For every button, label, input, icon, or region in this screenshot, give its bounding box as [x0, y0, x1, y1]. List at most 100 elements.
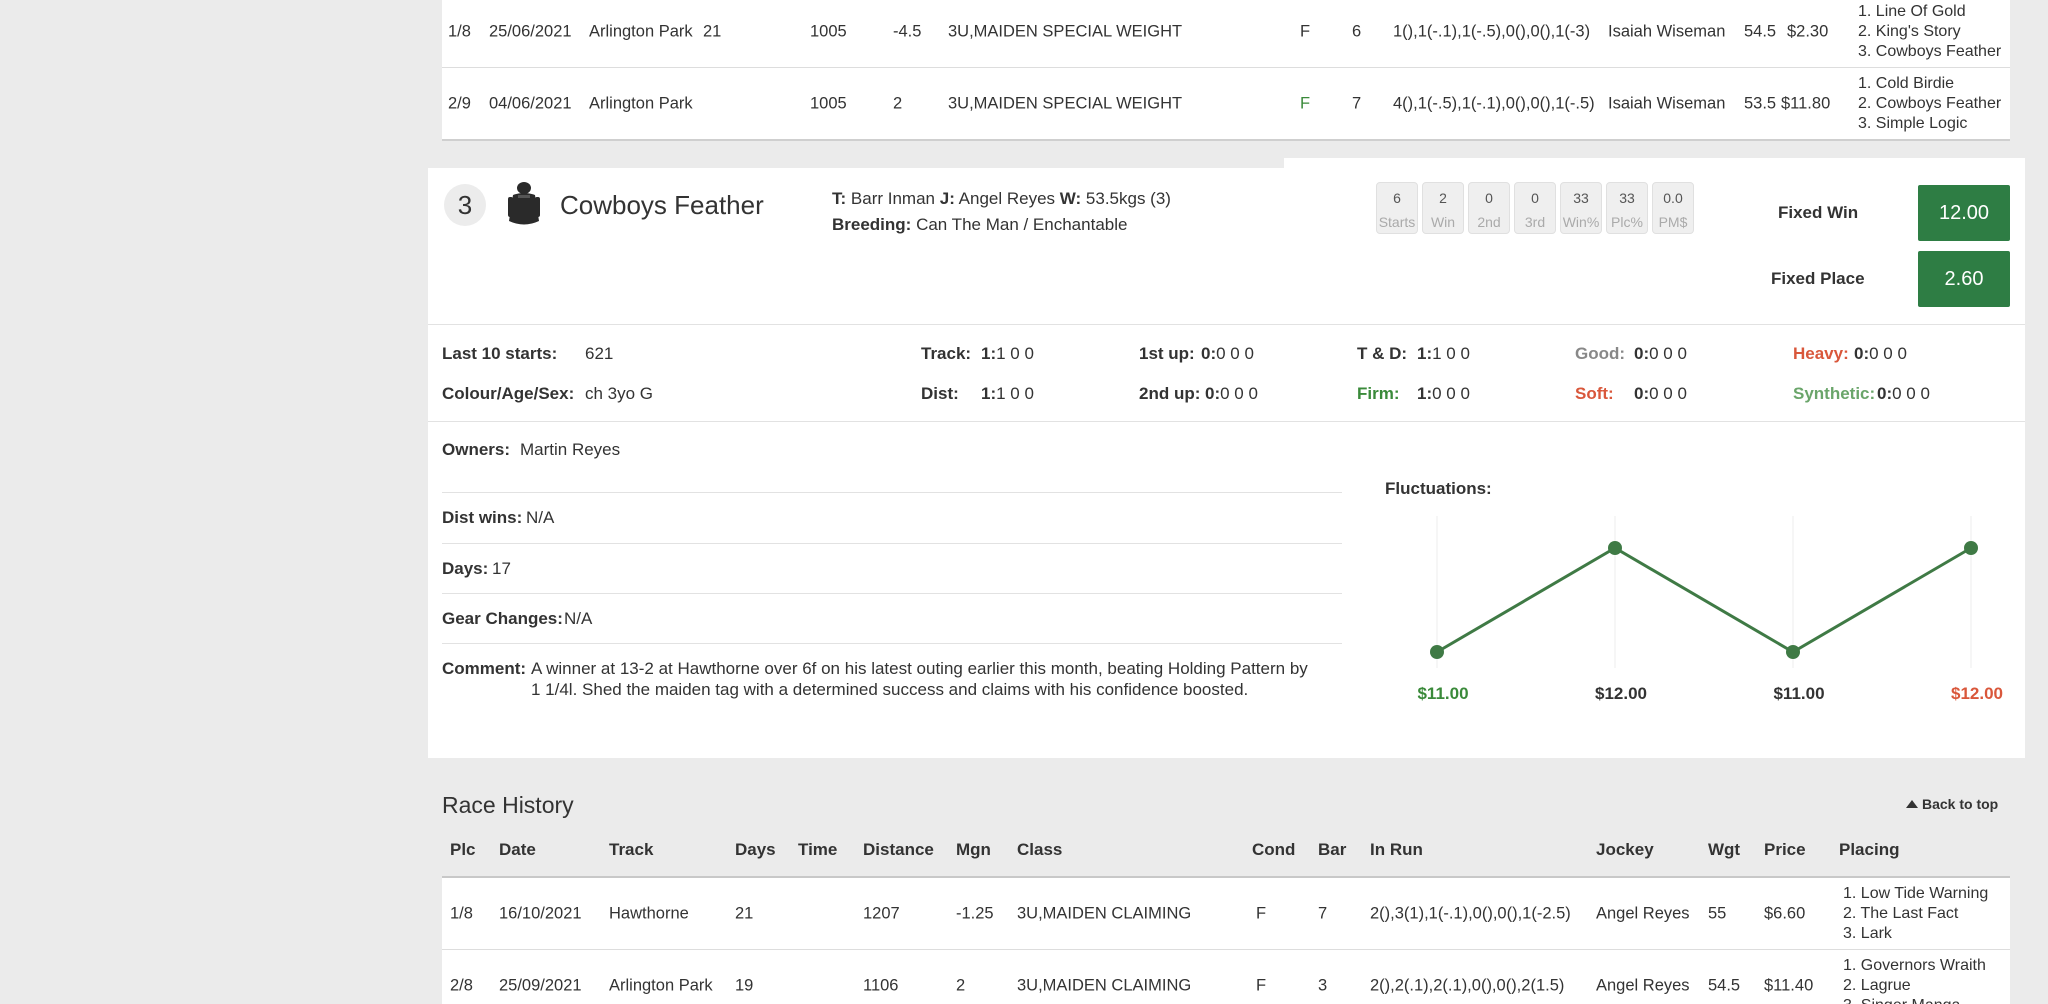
- column-header-price[interactable]: Price: [1764, 840, 1806, 860]
- divider: [442, 593, 1342, 594]
- days-cell: 21: [703, 22, 722, 40]
- distance-cell: 1106: [863, 976, 899, 994]
- column-header-wgt[interactable]: Wgt: [1708, 840, 1740, 860]
- runner-number: 3: [444, 184, 486, 226]
- owners-label: Owners:: [442, 440, 511, 459]
- heavy-starts: 0:: [1854, 344, 1870, 363]
- gear-changes-value: N/A: [564, 609, 593, 628]
- track-distance-starts: 1:: [1417, 344, 1433, 363]
- previous-race-history-table: 1/8 25/06/2021 Arlington Park 21 1005 -4…: [442, 0, 2010, 141]
- column-header-cond[interactable]: Cond: [1252, 840, 1295, 860]
- connections-line: T: Barr Inman J: Angel Reyes W: 53.5kgs …: [832, 189, 1171, 209]
- stat-value: 0: [1531, 190, 1539, 206]
- fluctuation-point[interactable]: [1430, 645, 1444, 659]
- column-header-date[interactable]: Date: [499, 840, 536, 860]
- cond-cell: F: [1300, 94, 1311, 112]
- track-distance-value: 1:1 0 0: [1417, 344, 1470, 364]
- fluctuation-point[interactable]: [1608, 541, 1622, 555]
- stat-value: 0.0: [1663, 190, 1683, 206]
- wgt-cell: 53.5: [1744, 94, 1777, 112]
- horse-name[interactable]: Cowboys Feather: [560, 190, 764, 221]
- table-row: 1/8 25/06/2021 Arlington Park 21 1005 -4…: [442, 0, 2010, 68]
- table-row: 1/8 16/10/2021 Hawthorne 21 1207 -1.25 3…: [442, 878, 2010, 950]
- placing-second: 2. The Last Fact: [1843, 904, 1959, 922]
- fluctuation-point[interactable]: [1786, 645, 1800, 659]
- stat-second: 0 2nd: [1468, 182, 1510, 234]
- jockey-label: J:: [939, 189, 955, 208]
- weight-value: 53.5kgs (3): [1085, 189, 1171, 208]
- placing-third: 3. Cowboys Feather: [1858, 42, 2002, 60]
- firm-starts: 1:: [1417, 384, 1433, 403]
- placing-cell: 1. Low Tide Warning 2. The Last Fact 3. …: [1843, 884, 1988, 944]
- stat-win: 2 Win: [1422, 182, 1464, 234]
- in-run-cell: 4(),1(-.5),1(-.1),0(),0(),1(-.5): [1393, 94, 1595, 112]
- track-cell: Arlington Park: [589, 22, 693, 40]
- in-run-cell: 2(),3(1),1(-.1),0(),0(),1(-2.5): [1370, 904, 1571, 922]
- class-cell: 3U,MAIDEN SPECIAL WEIGHT: [948, 22, 1183, 40]
- column-header-distance[interactable]: Distance: [863, 840, 934, 860]
- first-up-starts: 0:: [1201, 344, 1217, 363]
- fluctuation-point[interactable]: [1964, 541, 1978, 555]
- price-cell: $11.80: [1781, 94, 1831, 112]
- divider: [442, 643, 1342, 644]
- distance-starts: 1:: [981, 384, 997, 403]
- cond-cell: F: [1300, 22, 1311, 40]
- stat-label: 2nd: [1477, 214, 1501, 230]
- column-header-placing[interactable]: Placing: [1839, 840, 1899, 860]
- table-row: 2/9 04/06/2021 Arlington Park 1005 2 3U,…: [442, 68, 2010, 140]
- jockey-name[interactable]: Angel Reyes: [959, 189, 1055, 208]
- colour-age-sex-label: Colour/Age/Sex:: [442, 384, 575, 403]
- bar-cell: 6: [1352, 22, 1362, 40]
- column-header-in-run[interactable]: In Run: [1370, 840, 1423, 860]
- wgt-cell: 54.5: [1708, 976, 1741, 994]
- price-cell: $2.30: [1787, 22, 1829, 40]
- trainer-name[interactable]: Barr Inman: [851, 189, 935, 208]
- second-up-starts: 0:: [1205, 384, 1221, 403]
- track-record: 1 0 0: [996, 344, 1034, 363]
- second-up-label: 2nd up:: [1139, 384, 1201, 403]
- column-header-plc[interactable]: Plc: [450, 840, 476, 860]
- jockey-cell: Isaiah Wiseman: [1608, 22, 1726, 40]
- placing-first: 1. Cold Birdie: [1858, 74, 1955, 92]
- wgt-cell: 54.5: [1744, 22, 1777, 40]
- column-header-track[interactable]: Track: [609, 840, 653, 860]
- fluctuations-title: Fluctuations:: [1385, 479, 1492, 498]
- bar-cell: 7: [1352, 94, 1362, 112]
- fixed-place-label: Fixed Place: [1771, 269, 1865, 288]
- synthetic-starts: 0:: [1877, 384, 1893, 403]
- days-cell: 21: [735, 904, 754, 922]
- comment-text: A winner at 13-2 at Hawthorne over 6f on…: [531, 659, 1308, 699]
- fixed-place-button[interactable]: 2.60: [1918, 251, 2010, 307]
- plc-cell: 1/8: [448, 22, 471, 40]
- column-header-mgn[interactable]: Mgn: [956, 840, 991, 860]
- fluctuation-price-label: $11.00: [1417, 684, 1468, 703]
- mgn-cell: 2: [893, 94, 903, 112]
- stat-value: 0: [1485, 190, 1493, 206]
- stat-label: 3rd: [1524, 214, 1546, 230]
- divider: [442, 492, 1342, 493]
- back-to-top-link[interactable]: Back to top: [1906, 796, 1998, 812]
- soft-label: Soft:: [1575, 384, 1614, 403]
- fixed-win-button[interactable]: 12.00: [1918, 185, 2010, 241]
- bar-cell: 3: [1318, 976, 1328, 994]
- wgt-cell: 55: [1708, 904, 1727, 922]
- runner-card: 3 Cowboys Feather T: Barr Inman J: Angel…: [428, 168, 2025, 758]
- mgn-cell: 2: [956, 976, 966, 994]
- days-label: Days:: [442, 559, 489, 578]
- days-cell: 19: [735, 976, 754, 994]
- column-header-jockey[interactable]: Jockey: [1596, 840, 1654, 860]
- column-header-time[interactable]: Time: [798, 840, 837, 860]
- firm-value: 1:0 0 0: [1417, 384, 1470, 404]
- track-cell: Arlington Park: [609, 976, 713, 994]
- placing-second: 2. Lagrue: [1843, 976, 1911, 994]
- stat-label: Plc%: [1611, 214, 1643, 230]
- column-header-class[interactable]: Class: [1017, 840, 1062, 860]
- distance-label: Dist:: [921, 384, 959, 403]
- race-history-title: Race History: [442, 792, 574, 818]
- price-cell: $11.40: [1764, 976, 1814, 994]
- column-header-days[interactable]: Days: [735, 840, 776, 860]
- mgn-cell: -1.25: [956, 904, 994, 922]
- stat-win-percent: 33 Win%: [1560, 182, 1602, 234]
- soft-record: 0 0 0: [1649, 384, 1687, 403]
- column-header-bar[interactable]: Bar: [1318, 840, 1346, 860]
